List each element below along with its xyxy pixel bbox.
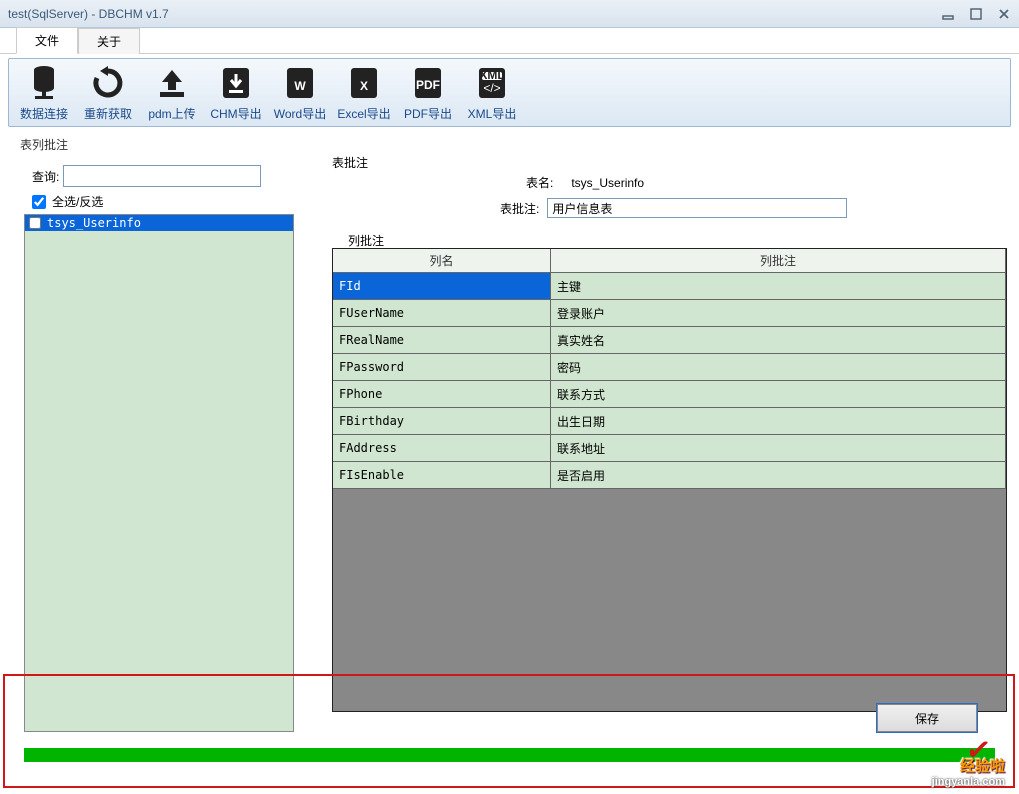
query-label: 查询: bbox=[32, 168, 59, 185]
tab-about[interactable]: 关于 bbox=[78, 28, 140, 54]
tool-label: 重新获取 bbox=[84, 105, 132, 122]
column-comment-cell[interactable]: 密码 bbox=[551, 354, 1006, 381]
selectall-label: 全选/反选 bbox=[52, 193, 103, 210]
xml-icon: XML</> bbox=[472, 63, 512, 103]
window-title: test(SqlServer) - DBCHM v1.7 bbox=[8, 7, 941, 21]
column-comment-cell[interactable]: 是否启用 bbox=[551, 462, 1006, 489]
column-row[interactable]: FBirthday出生日期 bbox=[333, 408, 1006, 435]
column-name-cell[interactable]: FRealName bbox=[333, 327, 551, 354]
column-row[interactable]: FAddress联系地址 bbox=[333, 435, 1006, 462]
column-grid[interactable]: 列名 列批注 FId主键FUserName登录账户FRealName真实姓名FP… bbox=[332, 248, 1007, 712]
excel-icon: X bbox=[344, 63, 384, 103]
word-icon: W bbox=[280, 63, 320, 103]
xml-export-button[interactable]: XML</> XML导出 bbox=[463, 63, 521, 122]
column-name-cell[interactable]: FPassword bbox=[333, 354, 551, 381]
table-item-checkbox[interactable] bbox=[29, 217, 41, 229]
title-bar: test(SqlServer) - DBCHM v1.7 bbox=[0, 0, 1019, 28]
minimize-icon[interactable] bbox=[941, 7, 955, 21]
save-button[interactable]: 保存 bbox=[877, 704, 977, 732]
chm-export-button[interactable]: CHM导出 bbox=[207, 63, 265, 122]
col-header-name[interactable]: 列名 bbox=[333, 249, 551, 272]
toolbar: 数据连接 重新获取 pdm上传 CHM导出 W Word导出 X Excel导出… bbox=[8, 58, 1011, 127]
left-group-label: 表列批注 bbox=[20, 136, 68, 153]
column-name-cell[interactable]: FPhone bbox=[333, 381, 551, 408]
svg-text:XML: XML bbox=[479, 68, 504, 82]
column-row[interactable]: FId主键 bbox=[333, 273, 1006, 300]
svg-text:X: X bbox=[360, 79, 368, 93]
word-export-button[interactable]: W Word导出 bbox=[271, 63, 329, 122]
column-comment-cell[interactable]: 联系方式 bbox=[551, 381, 1006, 408]
menu-tabs: 文件 关于 bbox=[0, 28, 1019, 54]
query-input[interactable] bbox=[63, 165, 261, 187]
column-comment-cell[interactable]: 真实姓名 bbox=[551, 327, 1006, 354]
tool-label: CHM导出 bbox=[210, 105, 261, 122]
tool-label: XML导出 bbox=[468, 105, 517, 122]
table-list[interactable]: tsys_Userinfo bbox=[24, 214, 294, 732]
status-bar bbox=[24, 748, 995, 762]
table-comment-group-label: 表批注 bbox=[332, 154, 368, 171]
tool-label: Excel导出 bbox=[337, 105, 390, 122]
tool-label: 数据连接 bbox=[20, 105, 68, 122]
table-comment-input[interactable] bbox=[547, 198, 847, 218]
upload-icon bbox=[152, 63, 192, 103]
database-icon bbox=[24, 63, 64, 103]
download-chm-icon bbox=[216, 63, 256, 103]
table-name-value: tsys_Userinfo bbox=[571, 176, 644, 190]
svg-text:</>: </> bbox=[483, 81, 500, 95]
column-comment-cell[interactable]: 主键 bbox=[551, 273, 1006, 300]
table-list-item[interactable]: tsys_Userinfo bbox=[25, 215, 293, 231]
excel-export-button[interactable]: X Excel导出 bbox=[335, 63, 393, 122]
selectall-checkbox[interactable] bbox=[32, 195, 46, 209]
column-row[interactable]: FPassword密码 bbox=[333, 354, 1006, 381]
column-row[interactable]: FIsEnable是否启用 bbox=[333, 462, 1006, 489]
refresh-button[interactable]: 重新获取 bbox=[79, 63, 137, 122]
table-item-name: tsys_Userinfo bbox=[47, 216, 141, 230]
column-name-cell[interactable]: FId bbox=[333, 273, 551, 300]
column-row[interactable]: FPhone联系方式 bbox=[333, 381, 1006, 408]
tool-label: PDF导出 bbox=[404, 105, 452, 122]
tool-label: Word导出 bbox=[274, 105, 326, 122]
column-row[interactable]: FUserName登录账户 bbox=[333, 300, 1006, 327]
pdf-export-button[interactable]: PDF PDF导出 bbox=[399, 63, 457, 122]
column-name-cell[interactable]: FBirthday bbox=[333, 408, 551, 435]
col-header-comment[interactable]: 列批注 bbox=[551, 249, 1006, 272]
table-name-label: 表名: bbox=[526, 174, 553, 191]
column-row[interactable]: FRealName真实姓名 bbox=[333, 327, 1006, 354]
pdf-icon: PDF bbox=[408, 63, 448, 103]
column-grid-header: 列名 列批注 bbox=[333, 249, 1006, 273]
refresh-icon bbox=[88, 63, 128, 103]
pdm-upload-button[interactable]: pdm上传 bbox=[143, 63, 201, 122]
close-icon[interactable] bbox=[997, 7, 1011, 21]
column-name-cell[interactable]: FIsEnable bbox=[333, 462, 551, 489]
db-connect-button[interactable]: 数据连接 bbox=[15, 63, 73, 122]
tab-file[interactable]: 文件 bbox=[16, 27, 78, 54]
svg-text:PDF: PDF bbox=[416, 78, 440, 92]
column-comment-cell[interactable]: 登录账户 bbox=[551, 300, 1006, 327]
column-comment-cell[interactable]: 出生日期 bbox=[551, 408, 1006, 435]
column-name-cell[interactable]: FUserName bbox=[333, 300, 551, 327]
table-comment-label: 表批注: bbox=[500, 200, 539, 217]
column-comment-cell[interactable]: 联系地址 bbox=[551, 435, 1006, 462]
tool-label: pdm上传 bbox=[148, 105, 195, 122]
maximize-icon[interactable] bbox=[969, 7, 983, 21]
column-name-cell[interactable]: FAddress bbox=[333, 435, 551, 462]
column-group-label: 列批注 bbox=[348, 232, 384, 249]
svg-text:W: W bbox=[294, 79, 306, 93]
